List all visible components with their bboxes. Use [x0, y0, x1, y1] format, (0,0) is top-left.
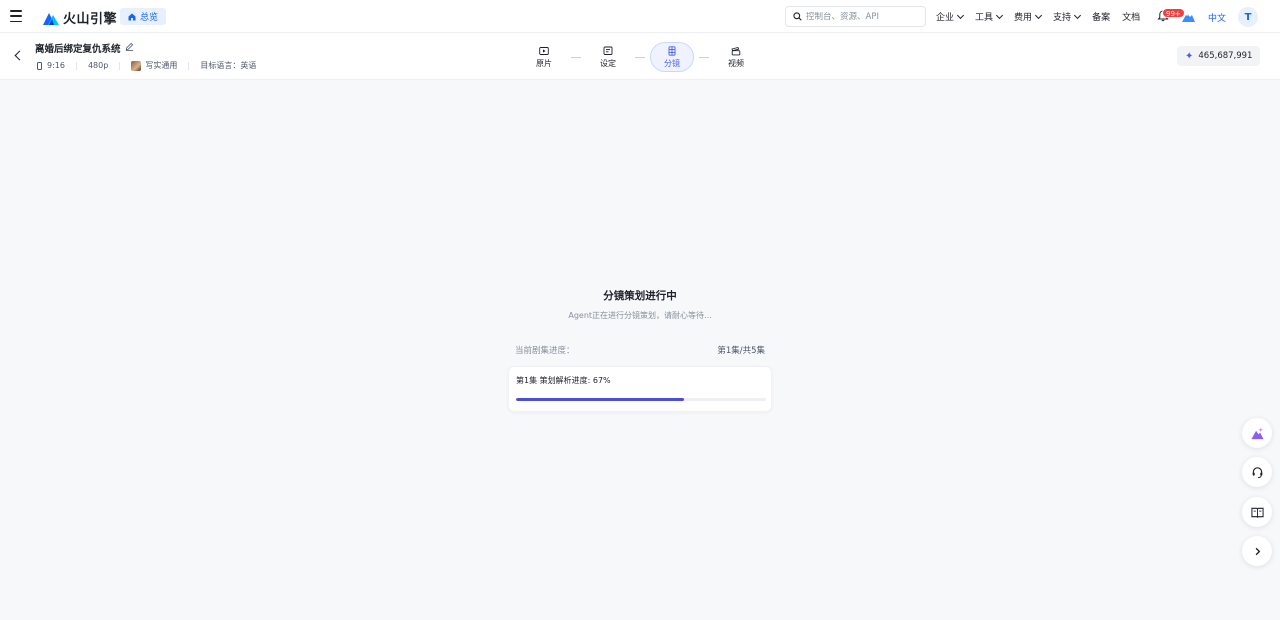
project-meta: 9:16 480p 写实通用 目标语言：英语 [37, 60, 256, 71]
menu-icon[interactable] [10, 10, 22, 22]
workflow-steps: 原片 设定 分镜 视频 [522, 42, 758, 72]
project-title: 离婚后绑定复仇系统 [35, 44, 121, 55]
credits-value: 465,687,991 [1198, 51, 1253, 61]
chevron-right-icon [1255, 547, 1260, 555]
chevron-down-icon [956, 11, 965, 19]
support-button[interactable] [1242, 457, 1272, 487]
phone-icon [37, 61, 42, 70]
status-subtitle: Agent正在进行分镜策划，请耐心等待... [568, 311, 712, 320]
project-header: 离婚后绑定复仇系统 9:16 480p 写实通用 目标语言：英语 原片 设定 分… [0, 33, 1280, 80]
style-name: 写实通用 [145, 61, 178, 70]
step-video-label: 视频 [728, 58, 744, 68]
video-icon [731, 46, 741, 55]
language-switch[interactable]: 中文 [1208, 11, 1226, 24]
top-navbar: 火山引擎 总览 企业 工具 费用 支持 备案 文档 99+ 中文 T [0, 0, 1280, 33]
nav-tools-label: 工具 [975, 13, 994, 23]
progress-card: 第1集 策划解析进度: 67% [508, 366, 772, 412]
step-storyboard[interactable]: 分镜 [650, 42, 694, 72]
nav-support-label: 支持 [1053, 13, 1072, 23]
resolution: 480p [87, 61, 109, 70]
step-storyboard-label: 分镜 [664, 58, 680, 68]
nav-tools[interactable]: 工具 [975, 10, 1004, 23]
overview-label: 总览 [140, 13, 159, 23]
credits-balance[interactable]: ✦ 465,687,991 [1177, 46, 1261, 66]
mountain-icon[interactable] [1182, 11, 1195, 22]
logo[interactable]: 火山引擎 [43, 8, 117, 27]
search-icon [793, 12, 802, 21]
episode-progress-row: 当前剧集进度： 第1集/共5集 [515, 344, 765, 356]
nav-enterprise-label: 企业 [936, 13, 955, 23]
nav-docs-label: 文档 [1122, 13, 1141, 23]
play-icon [539, 46, 549, 55]
ai-assistant-button[interactable] [1242, 418, 1272, 448]
divider [188, 61, 190, 70]
step-connector [571, 56, 581, 58]
target-language: 目标语言：英语 [200, 61, 257, 70]
step-video[interactable]: 视频 [714, 42, 758, 72]
progress-fill [516, 398, 684, 401]
divider [119, 61, 121, 70]
search-input[interactable] [806, 11, 916, 22]
book-icon [1250, 507, 1264, 518]
search-box[interactable] [785, 6, 926, 27]
logo-text: 火山引擎 [63, 12, 118, 27]
chevron-down-icon [1074, 11, 1082, 19]
chevron-down-icon [995, 11, 1004, 19]
top-nav-menu: 企业 工具 费用 支持 备案 文档 [936, 0, 1152, 33]
nav-docs[interactable]: 文档 [1122, 10, 1140, 23]
nav-filing[interactable]: 备案 [1092, 10, 1110, 23]
home-icon [128, 13, 136, 20]
episode-progress-label: 当前剧集进度： [515, 346, 575, 356]
chevron-down-icon [1035, 11, 1043, 19]
nav-filing-label: 备案 [1092, 13, 1111, 23]
storyboard-icon [668, 45, 676, 56]
expand-button[interactable] [1242, 536, 1272, 566]
ai-assistant-icon [1250, 426, 1264, 439]
nav-billing-label: 费用 [1014, 13, 1033, 23]
status-title: 分镜策划进行中 [603, 290, 677, 302]
divider [75, 61, 77, 70]
step-original-label: 原片 [536, 58, 552, 68]
docs-button[interactable] [1242, 497, 1272, 527]
settings-doc-icon [603, 46, 613, 55]
aspect-ratio: 9:16 [47, 61, 65, 70]
step-original[interactable]: 原片 [522, 42, 566, 72]
volcano-logo-icon [43, 12, 59, 25]
step-connector [699, 56, 709, 58]
step-settings-label: 设定 [600, 58, 616, 68]
back-arrow-icon[interactable] [14, 50, 25, 61]
edit-pencil-icon[interactable] [125, 42, 134, 51]
overview-button[interactable]: 总览 [120, 8, 167, 25]
nav-support[interactable]: 支持 [1053, 10, 1082, 23]
step-connector [635, 56, 645, 58]
style-thumbnail [131, 60, 142, 71]
progress-track [516, 398, 766, 401]
episode-progress-value: 第1集/共5集 [717, 346, 765, 356]
step-settings[interactable]: 设定 [586, 42, 630, 72]
progress-card-label: 第1集 策划解析进度: 67% [516, 376, 611, 385]
sparkle-icon: ✦ [1185, 50, 1194, 62]
support-icon [1252, 466, 1262, 478]
user-avatar[interactable]: T [1238, 7, 1258, 27]
nav-billing[interactable]: 费用 [1014, 10, 1043, 23]
nav-enterprise[interactable]: 企业 [936, 10, 965, 23]
